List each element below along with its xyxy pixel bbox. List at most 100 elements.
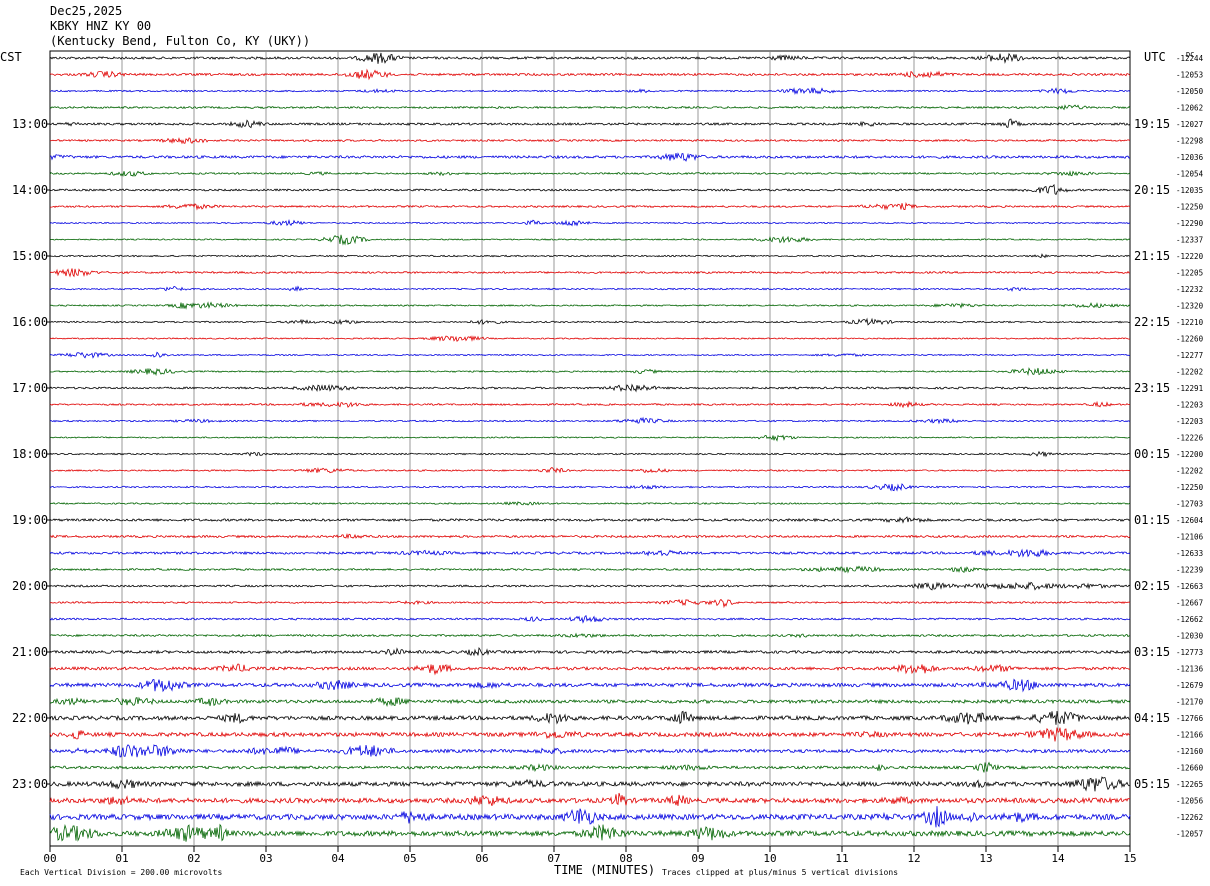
- dc-label: DC: [1186, 51, 1194, 59]
- utc-hour-label: 00:15: [1134, 447, 1170, 461]
- trace-line: [49, 806, 1131, 828]
- dc-offset-label: -12773: [1176, 648, 1203, 657]
- dc-offset-label: -12035: [1176, 186, 1203, 195]
- x-axis-title: TIME (MINUTES): [554, 863, 655, 877]
- dc-offset-label: -12205: [1176, 269, 1203, 278]
- dc-offset-label: -12232: [1176, 285, 1203, 294]
- trace-line: [49, 152, 1131, 162]
- x-tick-label: 02: [187, 852, 200, 865]
- x-tick-label: 14: [1051, 852, 1065, 865]
- dc-offset-label: -12053: [1176, 71, 1203, 80]
- x-tick-label: 01: [115, 852, 128, 865]
- utc-hour-label: 03:15: [1134, 645, 1170, 659]
- cst-hour-label: 15:00: [12, 249, 48, 263]
- x-tick-label: 03: [259, 852, 272, 865]
- trace-line: [49, 400, 1131, 409]
- dc-offset-label: -12265: [1176, 780, 1203, 789]
- footer-right: Traces clipped at plus/minus 5 vertical …: [662, 868, 898, 877]
- cst-label: CST: [0, 50, 22, 64]
- trace-line: [49, 501, 1131, 506]
- dc-offset-label: -12633: [1176, 549, 1203, 558]
- trace-line: [49, 367, 1131, 377]
- dc-offset-label: -12210: [1176, 318, 1204, 327]
- trace-line: [49, 744, 1131, 758]
- dc-offset-label: -12667: [1176, 599, 1203, 608]
- trace-line: [49, 87, 1131, 95]
- trace-line: [49, 317, 1131, 326]
- trace-line: [49, 761, 1131, 773]
- dc-offset-label: -12604: [1176, 516, 1204, 525]
- x-tick-label: 10: [763, 852, 776, 865]
- dc-offset-label: -12057: [1176, 830, 1203, 839]
- x-tick-label: 12: [907, 852, 920, 865]
- dc-offset-label: -12662: [1176, 615, 1203, 624]
- dc-offset-label: -12337: [1176, 236, 1203, 245]
- trace-line: [49, 234, 1131, 246]
- trace-line: [49, 548, 1131, 558]
- dc-offset-label: -12660: [1176, 764, 1204, 773]
- trace-line: [49, 663, 1130, 676]
- dc-offset-label: -12679: [1176, 681, 1203, 690]
- dc-offset-label: -12036: [1176, 153, 1204, 162]
- cst-hour-label: 16:00: [12, 315, 48, 329]
- dc-offset-label: -12298: [1176, 137, 1204, 146]
- dc-labels: -12244-12053-12050-12062-12027-12298-120…: [1176, 54, 1204, 839]
- cst-hour-label: 23:00: [12, 777, 48, 791]
- dc-offset-label: -12277: [1176, 351, 1203, 360]
- trace-line: [49, 118, 1131, 129]
- dc-offset-label: -12203: [1176, 401, 1203, 410]
- trace-line: [49, 646, 1131, 657]
- trace-line: [49, 202, 1131, 211]
- dc-offset-label: -12136: [1176, 665, 1204, 674]
- cst-hour-label: 17:00: [12, 381, 48, 395]
- trace-line: [49, 104, 1131, 111]
- trace-line: [49, 434, 1131, 442]
- trace-line: [49, 183, 1131, 196]
- trace-line: [49, 219, 1131, 227]
- dc-offset-label: -12320: [1176, 302, 1204, 311]
- dc-offset-label: -12703: [1176, 500, 1203, 509]
- cst-hour-label: 21:00: [12, 645, 48, 659]
- dc-offset-label: -12027: [1176, 120, 1203, 129]
- trace-line: [49, 466, 1131, 474]
- trace-line: [49, 823, 1131, 842]
- trace-line: [49, 696, 1131, 707]
- trace-line: [49, 710, 1131, 725]
- dc-offset-label: -12056: [1176, 797, 1204, 806]
- x-tick-label: 13: [979, 852, 992, 865]
- dc-offset-label: -12226: [1176, 434, 1204, 443]
- utc-hour-label: 22:15: [1134, 315, 1170, 329]
- dc-offset-label: -12290: [1176, 219, 1204, 228]
- trace-group: [49, 52, 1131, 842]
- cst-hour-label: 20:00: [12, 579, 48, 593]
- footer-left: Each Vertical Division = 200.00 microvol…: [20, 868, 222, 877]
- dc-offset-label: -12106: [1176, 533, 1204, 542]
- dc-offset-label: -12030: [1176, 632, 1204, 641]
- trace-line: [49, 516, 1131, 524]
- dc-offset-label: -12170: [1176, 698, 1204, 707]
- dc-offset-label: -12220: [1176, 252, 1204, 261]
- trace-line: [49, 678, 1131, 693]
- dc-offset-label: -12260: [1176, 335, 1204, 344]
- trace-line: [49, 137, 1131, 145]
- x-tick-label: 00: [43, 852, 56, 865]
- x-tick-label: 05: [403, 852, 416, 865]
- trace-line: [49, 598, 1131, 609]
- trace-line: [49, 68, 1131, 81]
- dc-offset-label: -12202: [1176, 368, 1203, 377]
- trace-line: [49, 383, 1131, 393]
- dc-offset-label: -12203: [1176, 417, 1203, 426]
- seismogram-chart: 00 01 02 03 04 05 06 07 08 09 10 11 12 13 14 15 13:00 19…: [0, 50, 1204, 877]
- dc-offset-label: -12050: [1176, 87, 1204, 96]
- trace-line: [49, 614, 1131, 624]
- trace-line: [50, 632, 1131, 639]
- trace-line: [49, 483, 1131, 492]
- cst-hour-label: 19:00: [12, 513, 48, 527]
- dc-offset-label: -12250: [1176, 203, 1204, 212]
- grid-lines: [121, 51, 1059, 846]
- trace-line: [49, 285, 1131, 292]
- utc-hour-label: 20:15: [1134, 183, 1170, 197]
- dc-offset-label: -12663: [1176, 582, 1203, 591]
- utc-hour-label: 23:15: [1134, 381, 1170, 395]
- trace-line: [49, 727, 1131, 742]
